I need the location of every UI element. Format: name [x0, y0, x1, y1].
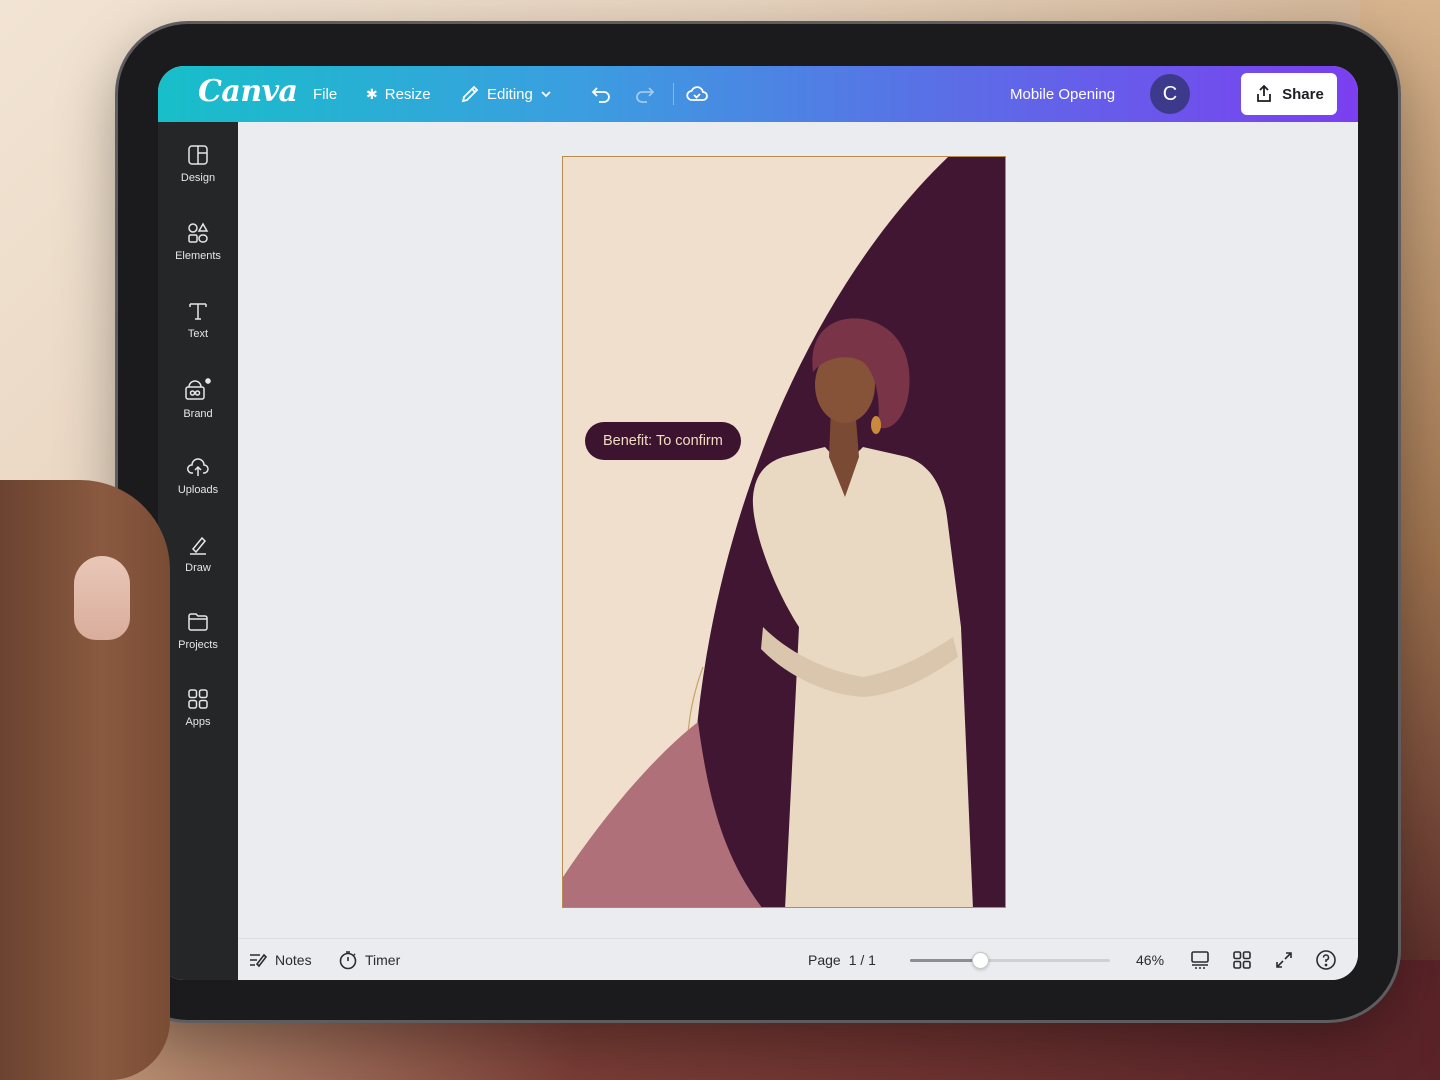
sidebar-item-label: Text [187, 328, 209, 340]
timer-button[interactable]: Timer [338, 939, 400, 980]
thumbnail-nail [74, 556, 130, 640]
sidebar-item-label: Design [180, 172, 216, 184]
zoom-slider-handle[interactable] [972, 952, 989, 969]
design-title-text: Mobile Opening [1010, 85, 1116, 103]
page-value: 1 / 1 [848, 952, 876, 968]
notes-icon [250, 953, 268, 968]
sidebar-item-uploads[interactable]: Uploads [158, 444, 238, 508]
design-icon [188, 145, 208, 165]
uploads-icon [187, 458, 209, 476]
zoom-value: 46% [1136, 952, 1165, 968]
fullscreen-button[interactable] [1274, 939, 1294, 980]
sidebar-item-label: Apps [185, 716, 211, 728]
avatar[interactable]: C [1150, 74, 1190, 114]
cloud-save-button[interactable] [685, 66, 709, 122]
thumbnail-view-icon [1191, 951, 1209, 969]
sparkle-icon: ✱ [366, 85, 378, 102]
cloud-check-icon [686, 86, 708, 101]
grid-view-button[interactable] [1232, 939, 1252, 980]
sidebar-item-label: Projects [178, 639, 218, 651]
editing-mode-dropdown[interactable]: Editing [460, 66, 552, 122]
chevron-down-icon [541, 91, 551, 98]
help-button[interactable] [1315, 939, 1337, 980]
folder-icon [188, 613, 208, 631]
sidebar-item-elements[interactable]: Elements [158, 210, 238, 274]
sidebar-item-label: Elements [175, 250, 221, 262]
draw-icon [190, 536, 207, 555]
undo-icon [591, 87, 610, 103]
text-icon [189, 303, 207, 320]
share-label: Share [1282, 85, 1324, 103]
sidebar-item-label: Brand [183, 408, 213, 420]
page-indicator[interactable]: Page 1 / 1 [808, 939, 876, 980]
benefit-pill[interactable]: Benefit: To confirm [585, 422, 741, 460]
zoom-slider-fill [910, 959, 980, 962]
design-page[interactable]: Benefit: To confirm [562, 156, 1006, 908]
sidebar-item-design[interactable]: Design [158, 132, 238, 196]
share-button[interactable]: Share [1241, 73, 1337, 115]
help-icon [1316, 950, 1336, 970]
editing-label: Editing [487, 85, 533, 103]
expand-icon [1276, 952, 1292, 968]
page-label: Page [808, 952, 841, 968]
design-artwork [563, 157, 1005, 907]
notes-label: Notes [275, 952, 312, 968]
toolbar-divider [673, 83, 674, 105]
sidebar: Design Elements Text Brand Uploads Draw [158, 122, 238, 980]
grid-view-icon [1233, 951, 1251, 969]
sidebar-item-brand[interactable]: Brand [158, 366, 238, 430]
elements-icon [188, 222, 209, 243]
redo-button[interactable] [634, 66, 656, 122]
figure-earring [871, 416, 881, 434]
resize-label: Resize [384, 85, 431, 103]
brand-icon [185, 378, 211, 400]
tablet-frame: Canva File ✱ Resize Editing Mobile Openi… [118, 24, 1398, 1020]
sidebar-item-projects[interactable]: Projects [158, 599, 238, 663]
canva-logo[interactable]: Canva [198, 74, 298, 109]
timer-icon [339, 951, 357, 970]
zoom-slider[interactable] [910, 952, 1110, 969]
file-label: File [313, 85, 338, 103]
top-toolbar: Canva File ✱ Resize Editing Mobile Openi… [158, 66, 1358, 122]
sidebar-item-text[interactable]: Text [158, 288, 238, 352]
undo-button[interactable] [590, 66, 612, 122]
file-menu-button[interactable]: File [313, 66, 337, 122]
design-title[interactable]: Mobile Opening [1010, 66, 1115, 122]
app-screen: Canva File ✱ Resize Editing Mobile Openi… [158, 66, 1358, 980]
redo-icon [636, 87, 655, 103]
sidebar-item-label: Uploads [177, 484, 219, 496]
pencil-icon [461, 85, 479, 103]
sidebar-item-draw[interactable]: Draw [158, 522, 238, 586]
share-upload-icon [1257, 84, 1272, 102]
page-view-button[interactable] [1190, 939, 1210, 980]
bottom-bar: Notes Timer Page 1 / 1 46% [238, 938, 1358, 980]
resize-button[interactable]: ✱ Resize [366, 66, 431, 122]
timer-label: Timer [365, 952, 401, 968]
sidebar-item-apps[interactable]: Apps [158, 676, 238, 740]
sidebar-item-label: Draw [185, 562, 211, 574]
zoom-level[interactable]: 46% [1136, 939, 1164, 980]
apps-icon [188, 689, 208, 709]
notes-button[interactable]: Notes [248, 939, 312, 980]
